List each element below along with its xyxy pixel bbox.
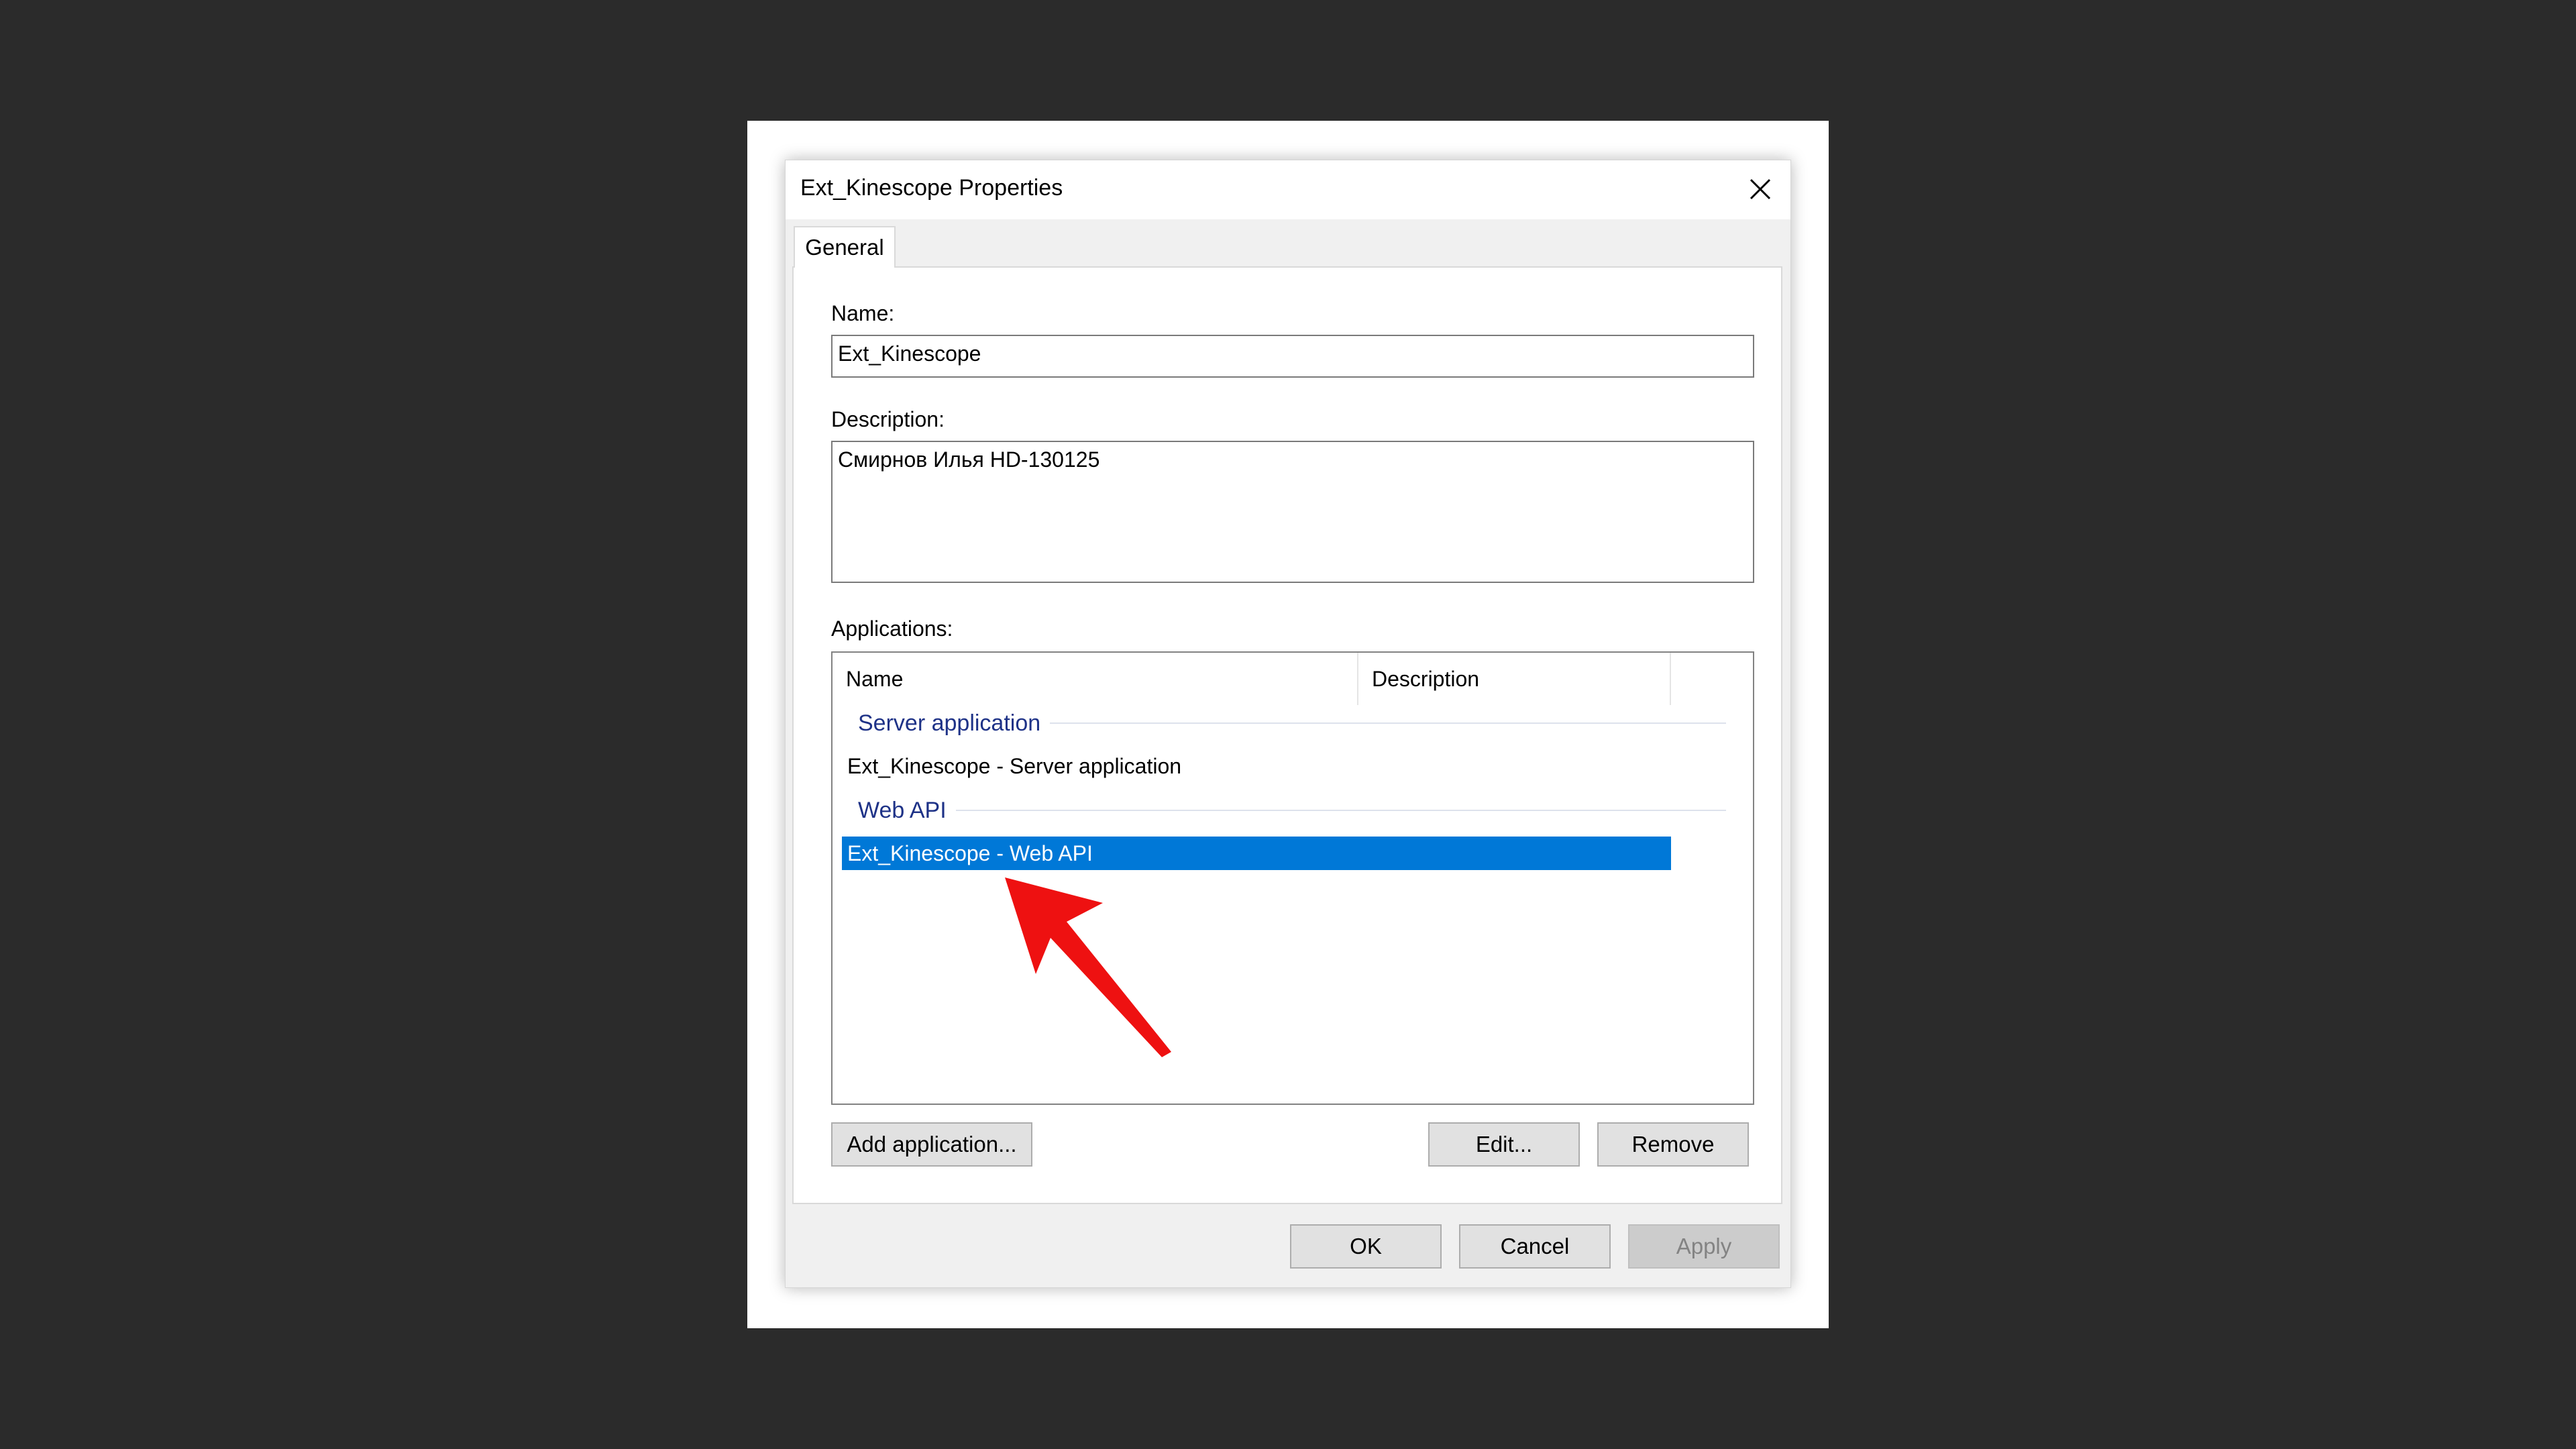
list-item[interactable]: Ext_Kinescope - Server application (842, 749, 1671, 783)
dialog-title: Ext_Kinescope Properties (800, 175, 1063, 201)
column-header-description[interactable]: Description (1358, 653, 1670, 705)
title-bar: Ext_Kinescope Properties (786, 160, 1790, 219)
description-field[interactable]: Смирнов Илья HD-130125 (831, 441, 1754, 583)
edit-button[interactable]: Edit... (1428, 1122, 1580, 1167)
general-tab-panel: Name: Ext_Kinescope Description: Смирнов… (792, 266, 1782, 1204)
name-field[interactable]: Ext_Kinescope (831, 335, 1754, 378)
ok-button[interactable]: OK (1290, 1224, 1442, 1269)
apply-button[interactable]: Apply (1628, 1224, 1780, 1269)
description-label: Description: (831, 407, 945, 431)
group-divider (955, 810, 1726, 811)
group-divider (1050, 722, 1726, 724)
column-divider[interactable] (1670, 653, 1671, 705)
group-header-server-application[interactable]: Server application (858, 708, 1726, 739)
properties-dialog: Ext_Kinescope Properties General Name: E… (785, 160, 1791, 1288)
list-header: Name Description (833, 653, 1753, 706)
group-title: Web API (858, 797, 947, 823)
close-button[interactable] (1739, 168, 1781, 210)
cancel-button[interactable]: Cancel (1459, 1224, 1611, 1269)
applications-label: Applications: (831, 616, 953, 641)
group-header-web-api[interactable]: Web API (858, 795, 1726, 826)
remove-button[interactable]: Remove (1597, 1122, 1749, 1167)
close-icon (1750, 178, 1771, 200)
name-label: Name: (831, 301, 895, 325)
add-application-button[interactable]: Add application... (831, 1122, 1032, 1167)
tab-general[interactable]: General (794, 226, 896, 268)
column-header-name[interactable]: Name (833, 653, 1357, 705)
applications-list[interactable]: Name Description Server application Ext_… (831, 651, 1754, 1105)
list-item-selected[interactable]: Ext_Kinescope - Web API (842, 837, 1671, 870)
group-title: Server application (858, 710, 1041, 736)
